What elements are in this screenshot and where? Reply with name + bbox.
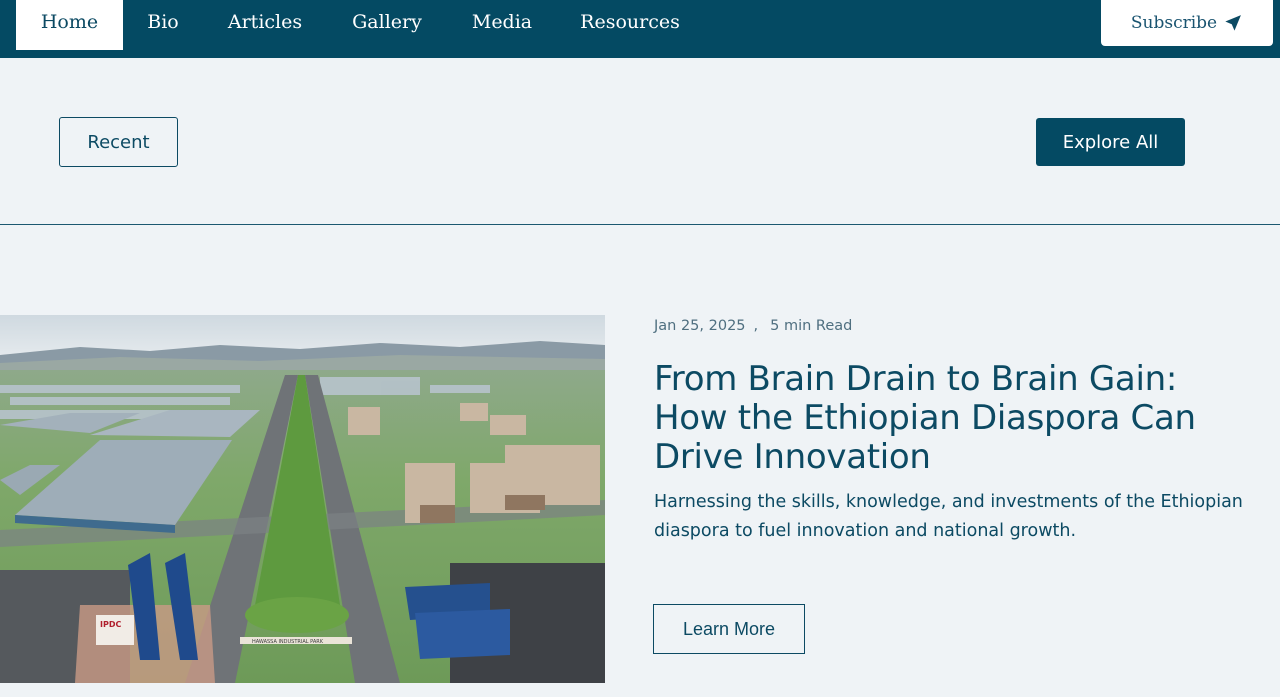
learn-more-button[interactable]: Learn More: [653, 604, 805, 654]
article-excerpt: Harnessing the skills, knowledge, and in…: [654, 492, 1243, 541]
section-divider: [0, 224, 1280, 225]
meta-separator: ,: [753, 318, 759, 334]
read-time: 5 min Read: [770, 318, 853, 334]
nav-resources[interactable]: Resources: [570, 0, 690, 50]
article-date: Jan 25, 2025: [654, 318, 746, 334]
nav-gallery[interactable]: Gallery: [340, 0, 434, 50]
nav-articles[interactable]: Articles: [217, 0, 313, 50]
article-meta: Jan 25, 2025, 5 min Read: [654, 318, 852, 334]
image-park-text: HAWASSA INDUSTRIAL PARK: [252, 639, 324, 645]
recent-filter-button[interactable]: Recent: [59, 117, 178, 167]
paper-plane-icon: [1225, 15, 1242, 31]
nav-media[interactable]: Media: [462, 0, 542, 50]
nav-home[interactable]: Home: [16, 0, 123, 50]
top-nav: Home Bio Articles Gallery Media Resource…: [0, 0, 1280, 58]
subscribe-label: Subscribe: [1130, 13, 1218, 33]
article-image[interactable]: IPDC HAWASSA INDUSTRIAL PARK: [0, 315, 605, 683]
nav-bio[interactable]: Bio: [133, 0, 193, 50]
subscribe-button[interactable]: Subscribe: [1101, 0, 1273, 46]
image-sign-text: IPDC: [100, 620, 121, 629]
explore-all-button[interactable]: Explore All: [1036, 118, 1185, 166]
article-title[interactable]: From Brain Drain to Brain Gain: How the …: [654, 360, 1254, 477]
